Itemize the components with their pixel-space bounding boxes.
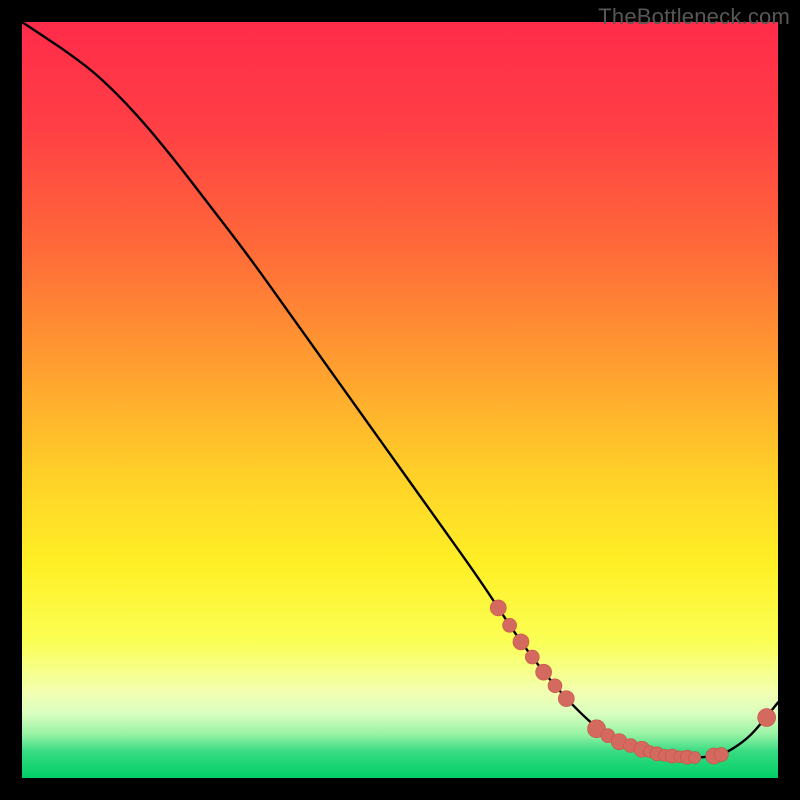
watermark-text: TheBottleneck.com	[598, 4, 790, 30]
curve-marker	[558, 691, 574, 707]
curve-marker	[525, 650, 539, 664]
curve-marker	[503, 618, 517, 632]
curve-marker	[714, 748, 728, 762]
curve-marker	[490, 600, 506, 616]
curve-marker	[689, 752, 701, 764]
curve-marker	[513, 634, 529, 650]
curve-marker	[536, 664, 552, 680]
chart-frame: TheBottleneck.com	[0, 0, 800, 800]
curve-marker	[548, 679, 562, 693]
gradient-background	[22, 22, 778, 778]
curve-marker	[758, 709, 776, 727]
bottleneck-chart	[22, 22, 778, 778]
